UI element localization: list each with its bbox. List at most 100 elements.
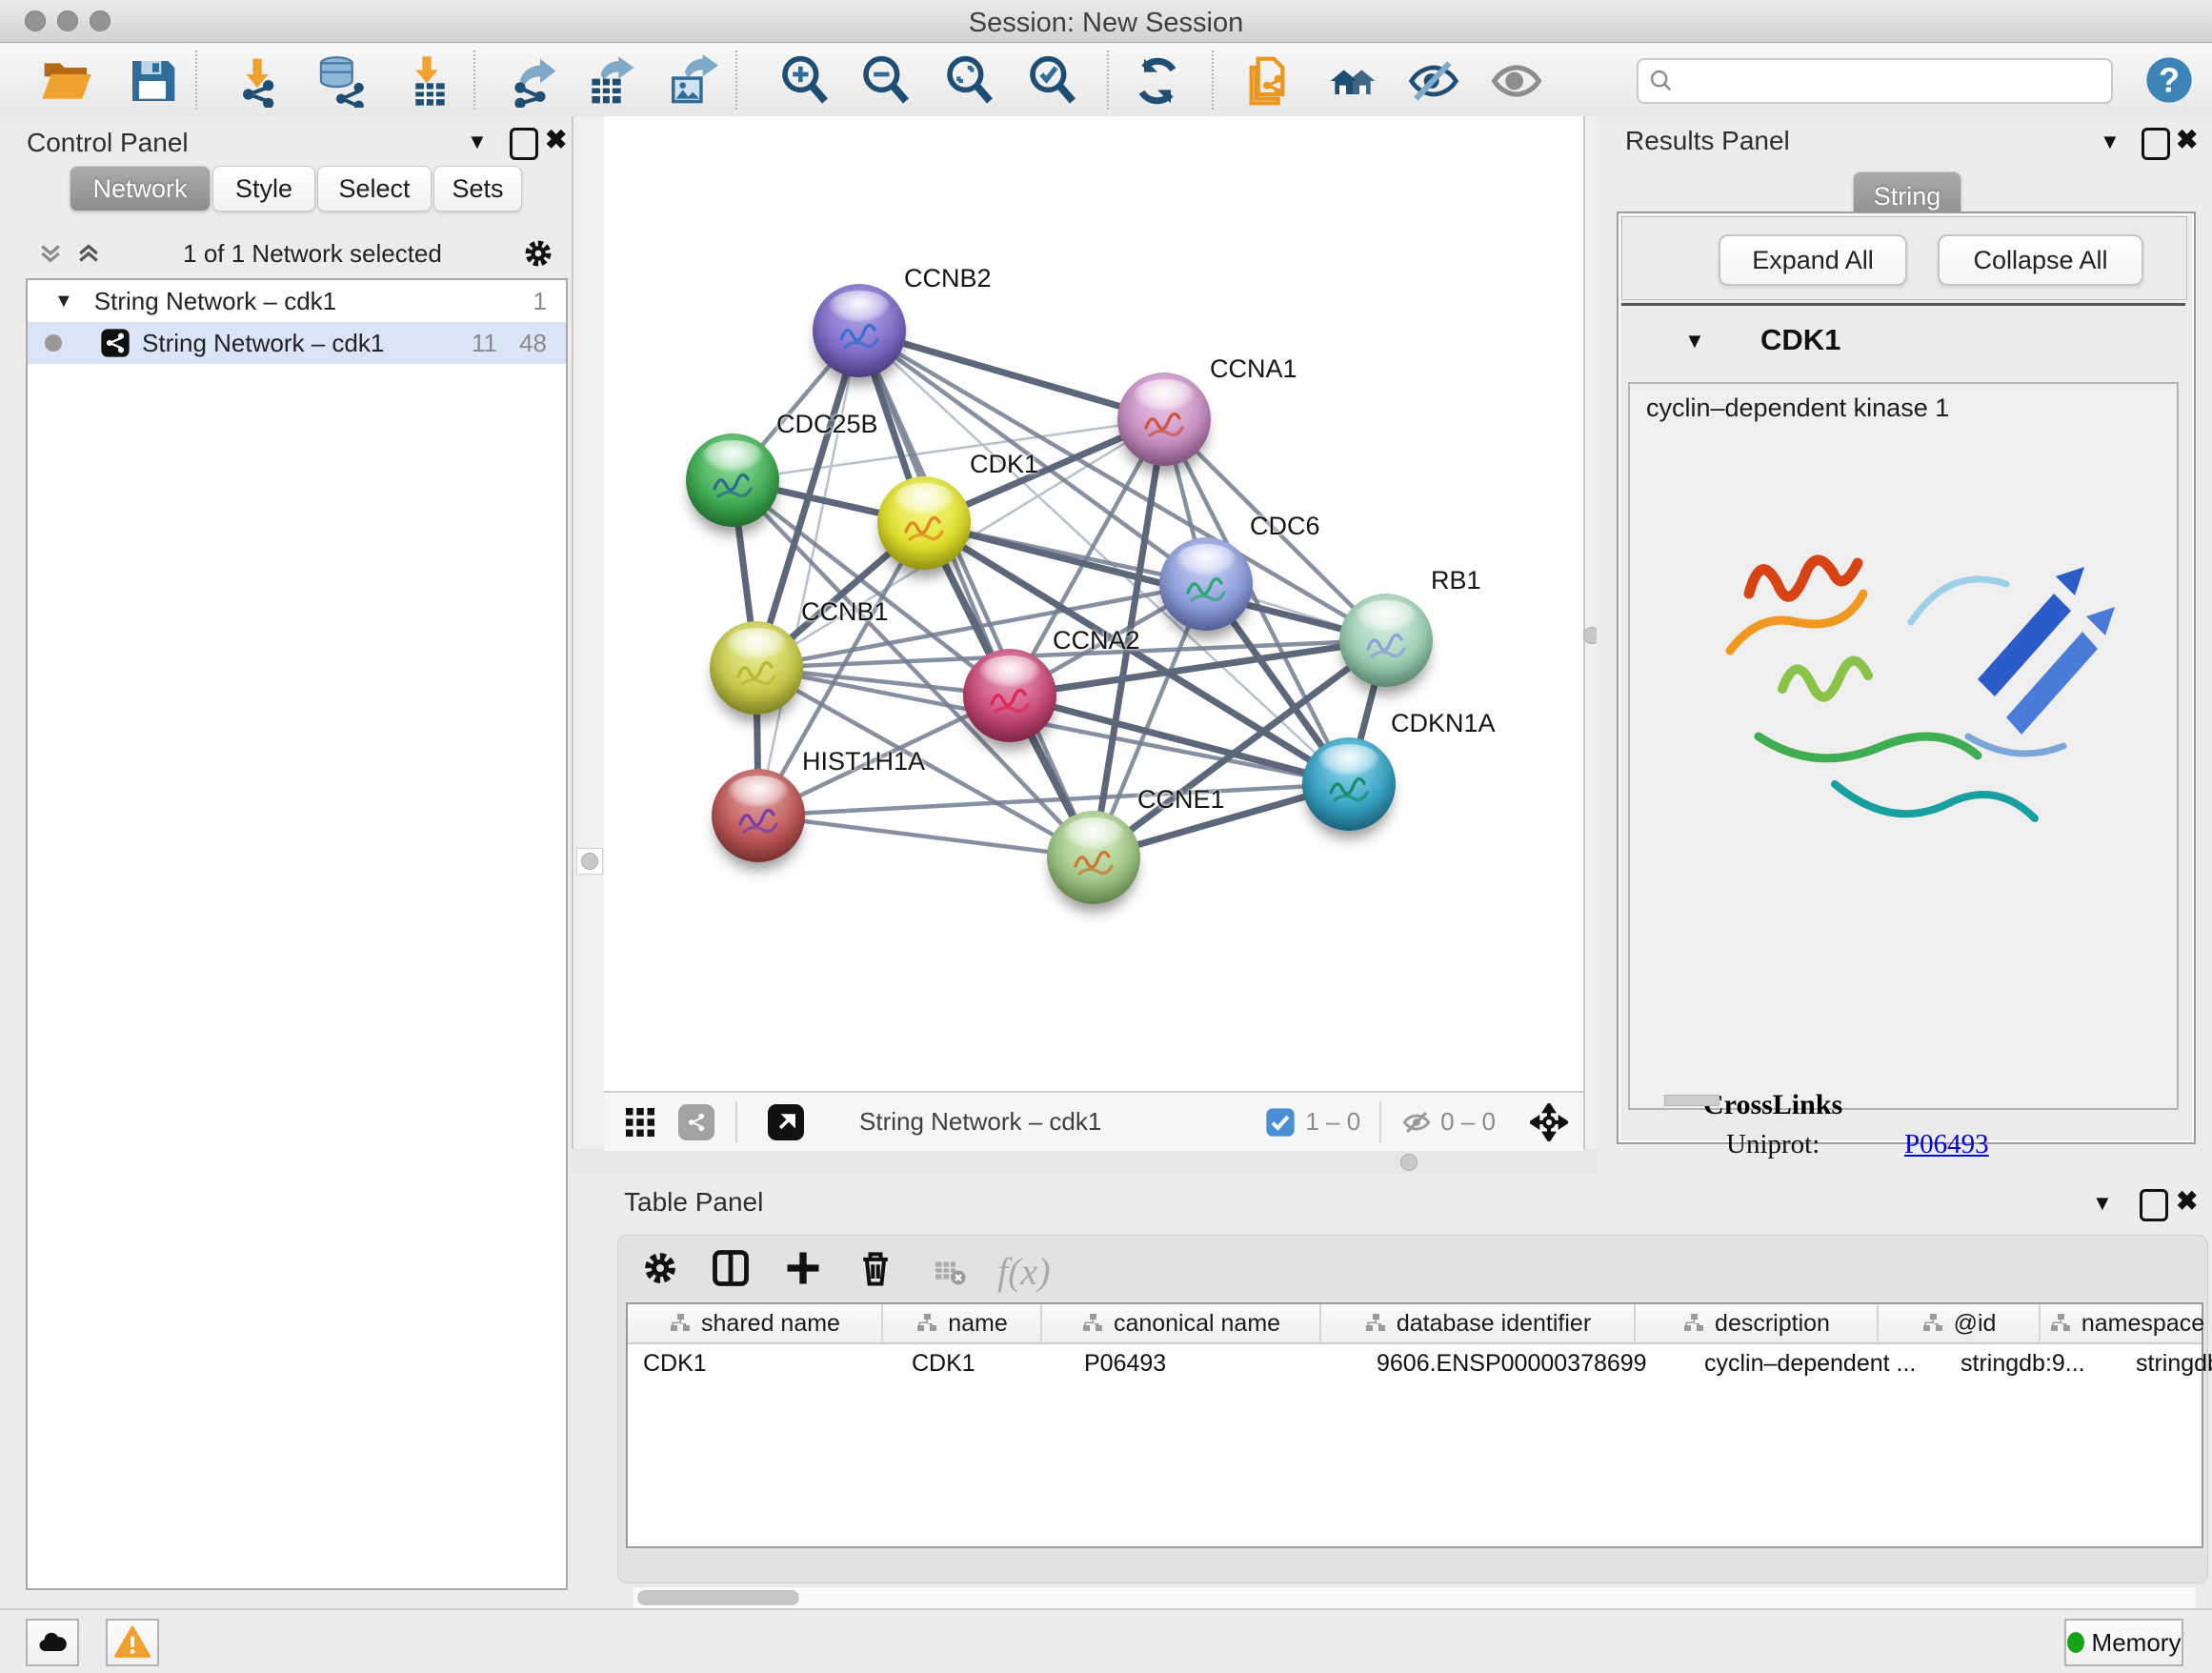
node-cdkn1a[interactable] — [1302, 737, 1396, 831]
add-column-icon[interactable] — [782, 1247, 824, 1289]
hide-unhide-icon[interactable] — [1407, 54, 1460, 108]
show-columns-icon[interactable] — [710, 1247, 752, 1289]
mini-hscrollbar[interactable] — [1664, 1095, 1719, 1106]
edge-HIST1H1A-CCNE1[interactable] — [758, 816, 1094, 857]
expand-all-tree-icon[interactable] — [74, 239, 103, 268]
node-ccnb1[interactable] — [710, 621, 803, 715]
network-view-toolbar: String Network – cdk1 1 – 0 0 – 0 — [604, 1091, 1583, 1151]
table-cell[interactable]: CDK1 — [896, 1344, 1069, 1382]
node-label-ccne1: CCNE1 — [1137, 785, 1225, 815]
zoom-selected-icon[interactable] — [1026, 54, 1079, 108]
disclosure-triangle-icon[interactable]: ▼ — [54, 291, 73, 312]
memory-button[interactable]: Memory — [2064, 1619, 2183, 1666]
panel-menu-icon[interactable]: ▼ — [2092, 1191, 2113, 1216]
column-header-description[interactable]: description — [1636, 1304, 1879, 1342]
close-panel-icon[interactable]: ✖ — [2176, 1185, 2198, 1217]
tab-select[interactable]: Select — [317, 166, 432, 212]
collapse-all-tree-icon[interactable] — [36, 239, 65, 268]
zoom-fit-icon[interactable] — [943, 54, 996, 108]
table-hscrollbar[interactable] — [633, 1586, 2196, 1608]
crosslink-link[interactable]: P06493 — [1904, 1129, 1989, 1160]
node-cdc6[interactable] — [1159, 537, 1253, 631]
birds-eye-view-icon[interactable] — [768, 1104, 804, 1140]
export-image-icon[interactable] — [665, 54, 718, 108]
pan-move-icon[interactable] — [1530, 1103, 1568, 1141]
table-cell[interactable]: CDK1 — [628, 1344, 896, 1382]
copy-document-icon[interactable] — [1240, 54, 1294, 108]
table-cell[interactable]: 9606.ENSP00000378699 — [1361, 1344, 1689, 1382]
column-header--id[interactable]: @id — [1879, 1304, 2041, 1342]
float-panel-icon[interactable] — [510, 128, 538, 160]
panel-menu-icon[interactable]: ▼ — [467, 130, 488, 154]
zoom-in-icon[interactable] — [778, 54, 832, 108]
node-ccna2[interactable] — [963, 649, 1056, 742]
gear-icon[interactable] — [522, 237, 554, 270]
network-collection-row[interactable]: ▼ String Network – cdk1 1 — [28, 280, 566, 322]
grid-view-icon[interactable] — [623, 1105, 657, 1139]
cloud-button[interactable] — [26, 1619, 79, 1666]
splitter-handle[interactable] — [576, 848, 603, 875]
close-panel-icon[interactable]: ✖ — [545, 124, 567, 155]
home-networks-icon[interactable] — [1326, 54, 1379, 108]
tab-network[interactable]: Network — [70, 166, 211, 212]
close-panel-icon[interactable]: ✖ — [2176, 124, 2198, 155]
panel-menu-icon[interactable]: ▼ — [2100, 130, 2121, 154]
import-table-icon[interactable] — [400, 54, 453, 108]
zoom-out-icon[interactable] — [859, 54, 913, 108]
node-cdk1[interactable] — [877, 476, 971, 570]
column-label: @id — [1954, 1310, 1997, 1338]
save-session-icon[interactable] — [126, 54, 179, 108]
node-ccne1[interactable] — [1047, 811, 1140, 904]
node-ccna1[interactable] — [1117, 373, 1211, 466]
node-hist1h1a[interactable] — [712, 769, 805, 862]
collapse-gene-icon[interactable]: ▼ — [1684, 329, 1705, 353]
column-header-name[interactable]: name — [883, 1304, 1042, 1342]
network-row-selected[interactable]: String Network – cdk1 11 48 — [28, 322, 566, 364]
node-ccnb2[interactable] — [813, 284, 906, 377]
edge-CCNB2-CCNE1[interactable] — [859, 331, 1094, 857]
help-icon[interactable]: ? — [2143, 54, 2195, 106]
eye-icon[interactable] — [1490, 54, 1543, 108]
delete-column-icon[interactable] — [855, 1247, 896, 1289]
column-header-shared-name[interactable]: shared name — [628, 1304, 883, 1342]
node-cdc25b[interactable] — [686, 433, 779, 527]
control-panel: Control Panel ▼ ✖ NetworkStyleSelectSets… — [0, 116, 572, 1608]
refresh-layout-icon[interactable] — [1131, 54, 1184, 108]
table-cell[interactable]: P06493 — [1069, 1344, 1361, 1382]
edge-CCNB2-HIST1H1A[interactable] — [758, 331, 859, 816]
tab-sets[interactable]: Sets — [433, 166, 522, 212]
search-icon — [1648, 68, 1675, 94]
selected-checkbox-icon[interactable] — [1265, 1107, 1296, 1138]
column-header-canonical-name[interactable]: canonical name — [1042, 1304, 1321, 1342]
collapse-all-button[interactable]: Collapse All — [1938, 234, 2143, 286]
export-table-icon[interactable] — [583, 54, 636, 108]
float-panel-icon[interactable] — [2142, 128, 2170, 160]
table-cell[interactable]: stringdb:9... — [1945, 1344, 2121, 1382]
search-input[interactable] — [1684, 63, 2111, 99]
column-header-database-identifier[interactable]: database identifier — [1321, 1304, 1636, 1342]
tab-style[interactable]: Style — [212, 166, 315, 212]
node-label-hist1h1a: HIST1H1A — [802, 747, 925, 776]
string-view-icon[interactable] — [678, 1104, 714, 1140]
node-label-ccna2: CCNA2 — [1053, 626, 1140, 655]
network-canvas[interactable]: CCNB2 CCNA1 CDC25B CDK1 CDC6 — [604, 116, 1583, 1091]
splitter-handle[interactable] — [1400, 1154, 1418, 1171]
export-network-icon[interactable] — [507, 54, 560, 108]
search-box[interactable] — [1637, 58, 2113, 104]
node-rb1[interactable] — [1339, 594, 1433, 687]
column-header-namespace[interactable]: namespace — [2041, 1304, 2212, 1342]
import-network-from-database-icon[interactable] — [314, 54, 368, 108]
table-cell[interactable]: cyclin–dependent ... — [1689, 1344, 1945, 1382]
table-row[interactable]: CDK1CDK1P064939606.ENSP00000378699cyclin… — [628, 1344, 2202, 1382]
expand-all-button[interactable]: Expand All — [1719, 234, 1907, 286]
float-panel-icon[interactable] — [2140, 1189, 2168, 1221]
hidden-eye-icon[interactable] — [1400, 1106, 1433, 1139]
scrollbar-thumb[interactable] — [637, 1590, 799, 1605]
import-network-icon[interactable] — [231, 54, 284, 108]
table-gear-icon[interactable] — [641, 1249, 679, 1287]
warning-button[interactable] — [106, 1619, 159, 1666]
table-cell[interactable]: stringdb — [2121, 1344, 2212, 1382]
open-session-icon[interactable] — [40, 54, 93, 108]
protein-ribbon-icon — [900, 507, 950, 549]
column-label: canonical name — [1114, 1310, 1280, 1338]
